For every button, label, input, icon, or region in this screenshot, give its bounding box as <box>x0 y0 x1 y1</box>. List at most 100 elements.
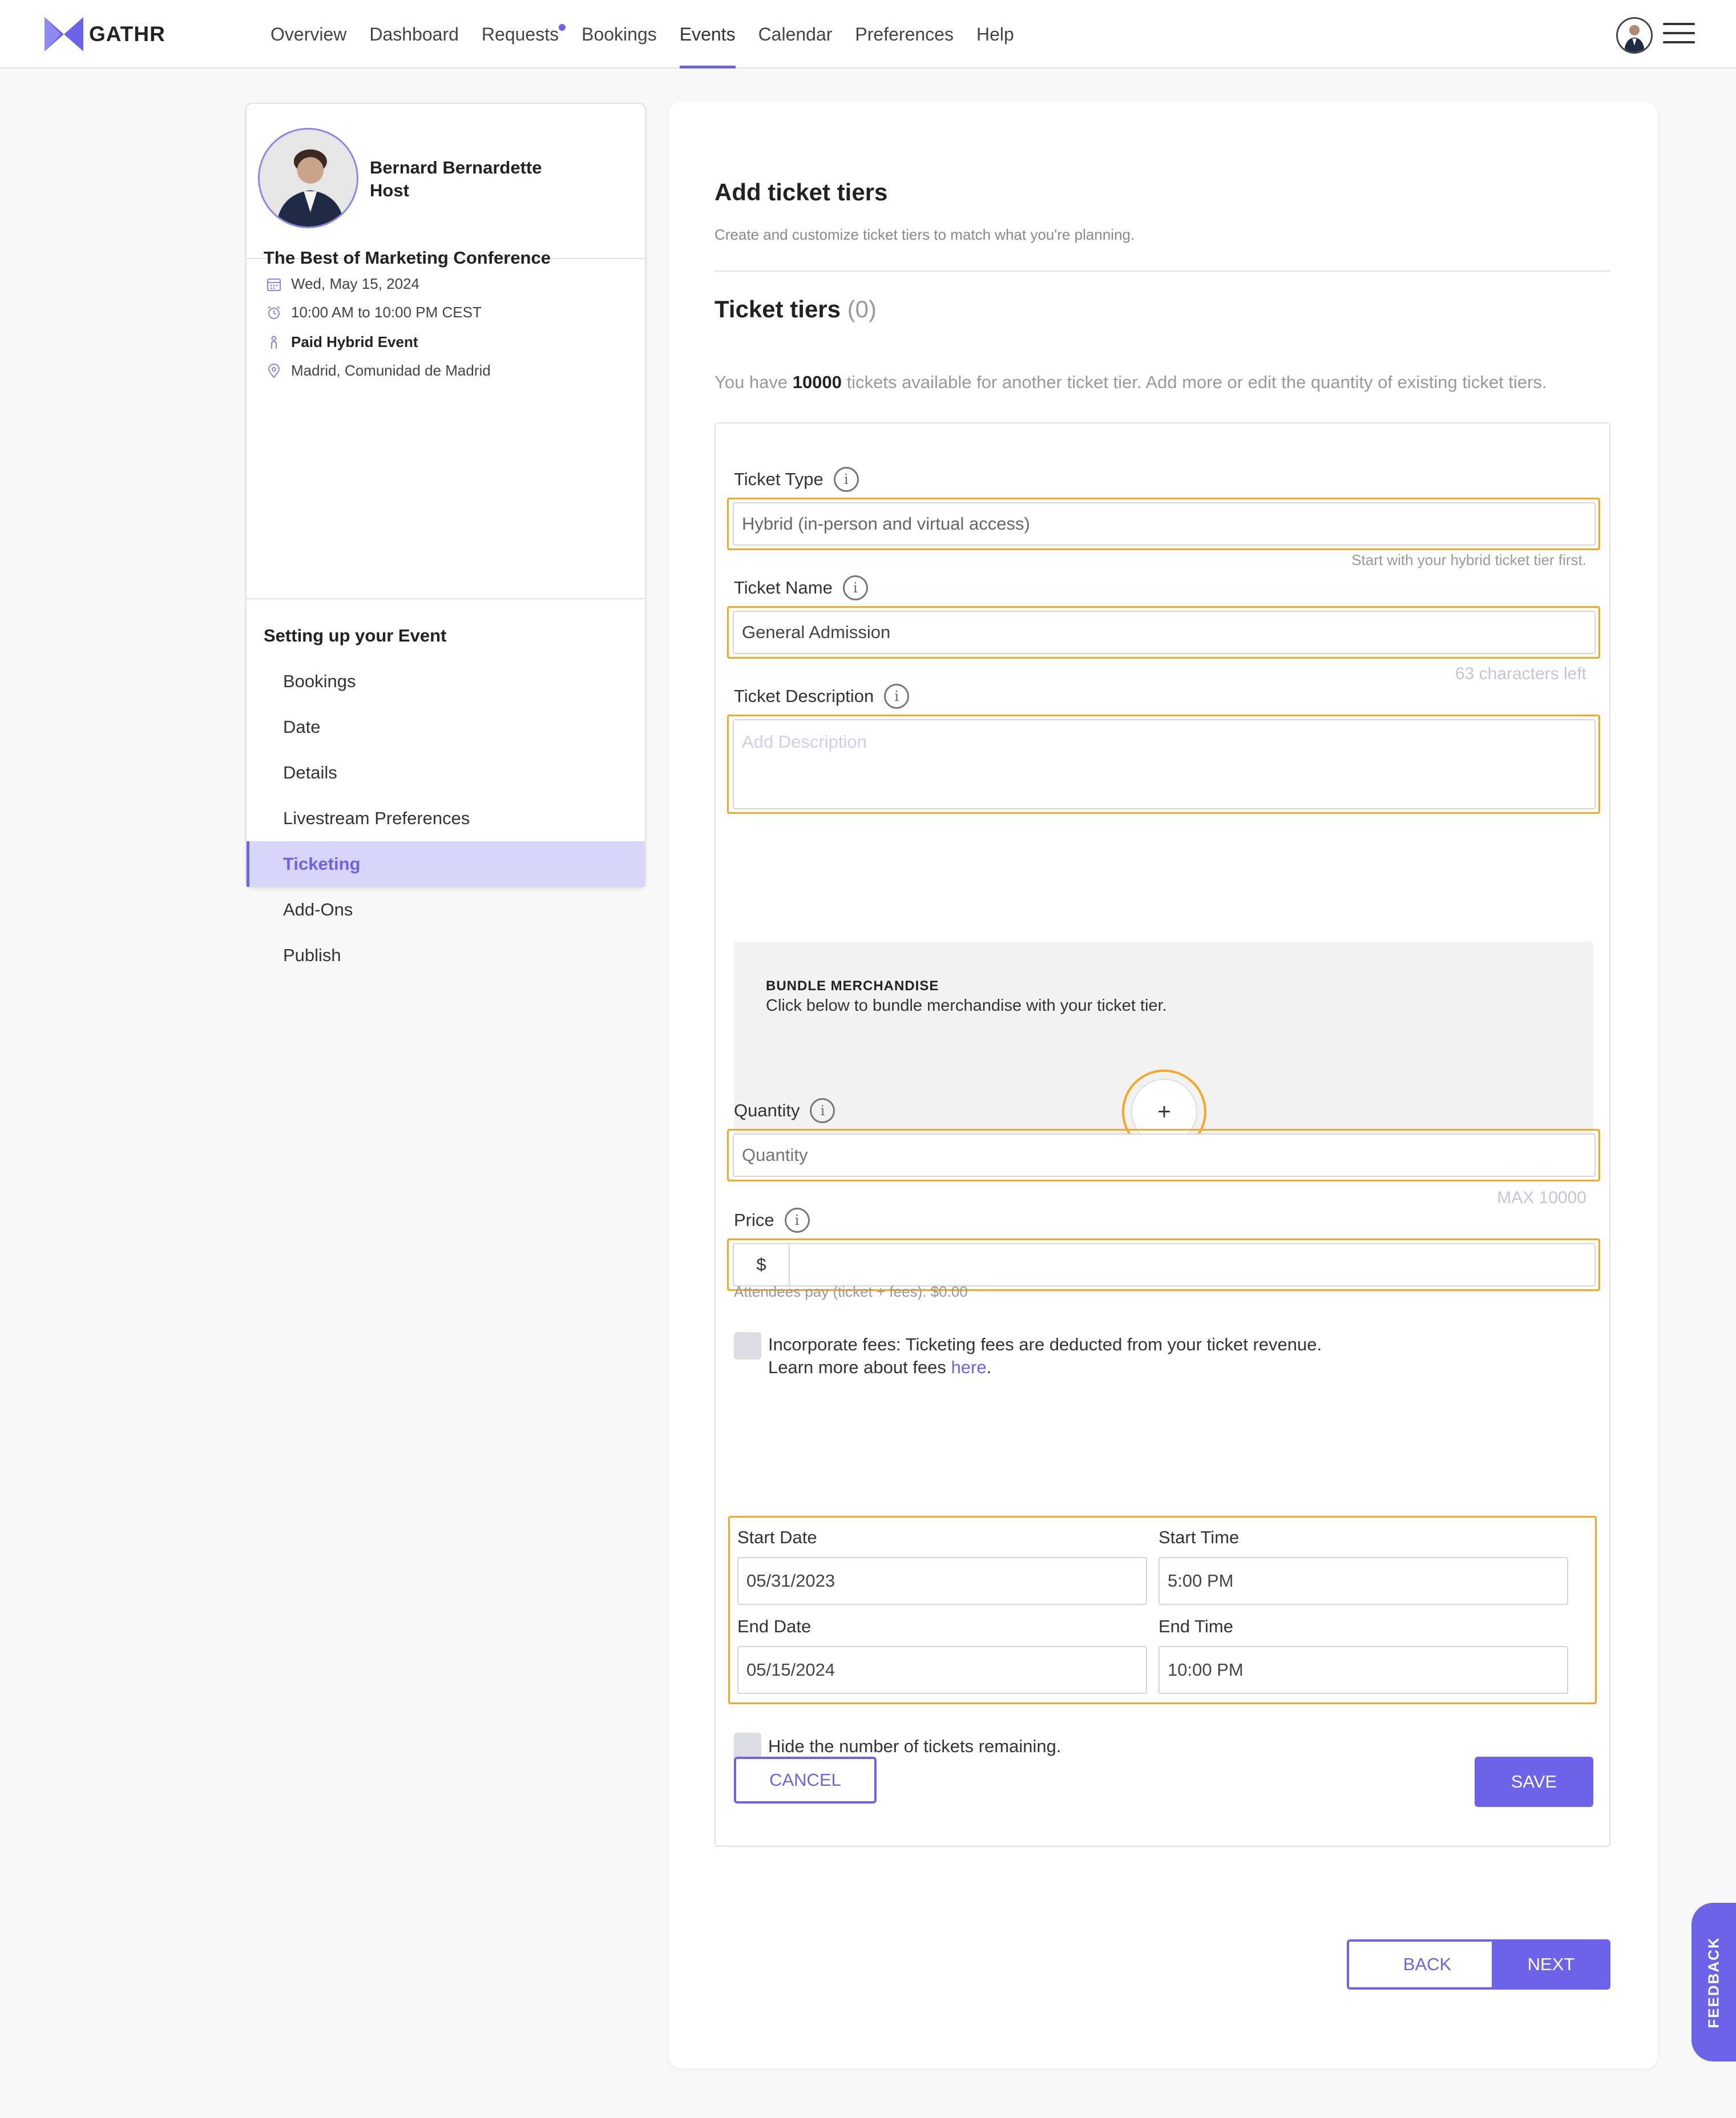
ticket-type-label-row: Ticket Type i <box>734 467 859 492</box>
page-title: Add ticket tiers <box>714 179 888 205</box>
ticket-description-input[interactable]: Add Description <box>733 719 1596 809</box>
fees-learn-text: Learn more about fees <box>768 1357 946 1377</box>
price-field[interactable] <box>797 1244 1594 1285</box>
ticket-tiers-label: Ticket tiers <box>714 296 841 322</box>
price-input[interactable]: $ <box>733 1243 1596 1286</box>
ticket-tiers-heading: Ticket tiers (0) <box>714 296 877 323</box>
ticket-name-label-row: Ticket Name i <box>734 575 868 600</box>
info-icon[interactable]: i <box>833 467 859 492</box>
feedback-tab[interactable]: FEEDBACK <box>1691 1903 1736 2061</box>
location-pin-icon <box>264 362 284 380</box>
ticket-description-label: Ticket Description <box>734 686 874 706</box>
start-time-input[interactable] <box>1158 1557 1568 1605</box>
quantity-label: Quantity <box>734 1100 800 1120</box>
nav-item-help[interactable]: Help <box>976 0 1014 68</box>
nav-item-overview[interactable]: Overview <box>271 0 346 68</box>
calendar-icon <box>264 276 284 293</box>
user-avatar-icon <box>1618 19 1651 52</box>
incorporate-fees-checkbox[interactable] <box>734 1332 761 1359</box>
nav-item-calendar[interactable]: Calendar <box>758 0 833 68</box>
hide-remaining-checkbox[interactable] <box>734 1733 761 1760</box>
nav-item-requests[interactable]: Requests <box>481 0 566 68</box>
event-type: Paid Hybrid Event <box>291 333 418 350</box>
ticket-type-select[interactable]: Hybrid (in-person and virtual access) <box>733 502 1596 546</box>
ticket-description-label-row: Ticket Description i <box>734 684 910 709</box>
quantity-input[interactable] <box>733 1133 1596 1177</box>
quantity-field[interactable] <box>742 1135 1594 1176</box>
start-date-input[interactable] <box>737 1557 1147 1605</box>
start-time-value[interactable] <box>1168 1558 1567 1604</box>
gathr-logo[interactable]: GATHR <box>43 16 165 53</box>
nav-item-bookings[interactable]: Bookings <box>582 0 657 68</box>
end-date-input[interactable] <box>737 1646 1147 1694</box>
host-info: Bernard Bernardette Host <box>370 156 542 202</box>
cancel-button[interactable]: CANCEL <box>734 1757 877 1804</box>
hide-remaining-text: Hide the number of tickets remaining. <box>768 1736 1061 1756</box>
ticket-name-input[interactable] <box>733 611 1596 654</box>
user-avatar[interactable] <box>1616 17 1653 54</box>
available-prefix: You have <box>714 372 788 392</box>
nav-item-requests-label: Requests <box>481 24 559 45</box>
step-details[interactable]: Details <box>247 750 645 796</box>
setup-title: Setting up your Event <box>264 626 447 646</box>
end-time-value[interactable] <box>1168 1647 1567 1693</box>
nav-item-preferences[interactable]: Preferences <box>855 0 954 68</box>
fees-period: . <box>986 1357 992 1377</box>
nav-item-events[interactable]: Events <box>679 0 736 68</box>
quantity-label-row: Quantity i <box>734 1098 835 1123</box>
ticket-type-label: Ticket Type <box>734 469 823 489</box>
fees-description: Incorporate fees: Ticketing fees are ded… <box>768 1334 1322 1354</box>
step-ticketing[interactable]: Ticketing <box>247 841 645 887</box>
page-subtitle: Create and customize ticket tiers to mat… <box>714 226 1135 243</box>
brand-name: GATHR <box>89 22 165 46</box>
alarm-clock-icon <box>264 304 284 321</box>
start-time-label: Start Time <box>1158 1527 1240 1547</box>
available-suffix: tickets available for another ticket tie… <box>846 372 1547 392</box>
ticket-type-hint: Start with your hybrid ticket tier first… <box>1351 551 1586 568</box>
host-avatar <box>258 128 358 228</box>
event-time: 10:00 AM to 10:00 PM CEST <box>291 304 482 321</box>
bundle-title: BUNDLE MERCHANDISE <box>766 978 939 994</box>
start-date-label: Start Date <box>737 1527 817 1547</box>
info-icon[interactable]: i <box>810 1098 835 1123</box>
host-photo-icon <box>260 130 357 227</box>
host-name: Bernard Bernardette <box>370 158 542 177</box>
menu-icon[interactable] <box>1663 23 1695 46</box>
incorporate-fees-text: Incorporate fees: Ticketing fees are ded… <box>768 1333 1322 1379</box>
host-section: Bernard Bernardette Host <box>247 104 645 259</box>
feedback-label: FEEDBACK <box>1705 1936 1722 2028</box>
ticketing-panel: Add ticket tiers Create and customize ti… <box>669 102 1657 2068</box>
info-icon[interactable]: i <box>842 575 868 600</box>
top-nav-bar: GATHR Overview Dashboard Requests Bookin… <box>0 0 1736 68</box>
step-livestream-preferences[interactable]: Livestream Preferences <box>247 796 645 841</box>
event-summary-card: Bernard Bernardette Host The Best of Mar… <box>245 103 646 965</box>
step-add-ons[interactable]: Add-Ons <box>247 887 645 933</box>
price-label: Price <box>734 1210 774 1230</box>
price-hint: Attendees pay (ticket + fees): $0.00 <box>734 1283 968 1300</box>
start-date-value[interactable] <box>746 1558 1146 1604</box>
info-icon[interactable]: i <box>884 684 910 709</box>
ticket-name-value[interactable] <box>742 612 1594 653</box>
event-date: Wed, May 15, 2024 <box>291 275 419 292</box>
info-icon[interactable]: i <box>784 1208 810 1233</box>
next-button[interactable]: NEXT <box>1492 1939 1610 1990</box>
step-date[interactable]: Date <box>247 704 645 750</box>
event-title: The Best of Marketing Conference <box>264 248 551 268</box>
event-time-row: 10:00 AM to 10:00 PM CEST <box>264 304 482 321</box>
event-location-row: Madrid, Comunidad de Madrid <box>264 362 491 380</box>
ticket-name-label: Ticket Name <box>734 578 833 598</box>
person-icon <box>264 334 284 351</box>
save-button[interactable]: SAVE <box>1475 1757 1593 1807</box>
fees-link[interactable]: here <box>951 1357 987 1377</box>
ticket-description-placeholder: Add Description <box>742 732 867 752</box>
bundle-subtitle: Click below to bundle merchandise with y… <box>766 997 1167 1015</box>
event-type-row: Paid Hybrid Event <box>264 333 418 351</box>
end-time-input[interactable] <box>1158 1646 1568 1694</box>
step-bookings[interactable]: Bookings <box>247 659 645 704</box>
price-label-row: Price i <box>734 1208 810 1233</box>
nav-item-dashboard[interactable]: Dashboard <box>369 0 459 68</box>
end-date-value[interactable] <box>746 1647 1146 1693</box>
back-button[interactable]: BACK <box>1347 1939 1508 1990</box>
ticket-tiers-count: (0) <box>847 296 877 322</box>
step-publish[interactable]: Publish <box>247 933 645 978</box>
